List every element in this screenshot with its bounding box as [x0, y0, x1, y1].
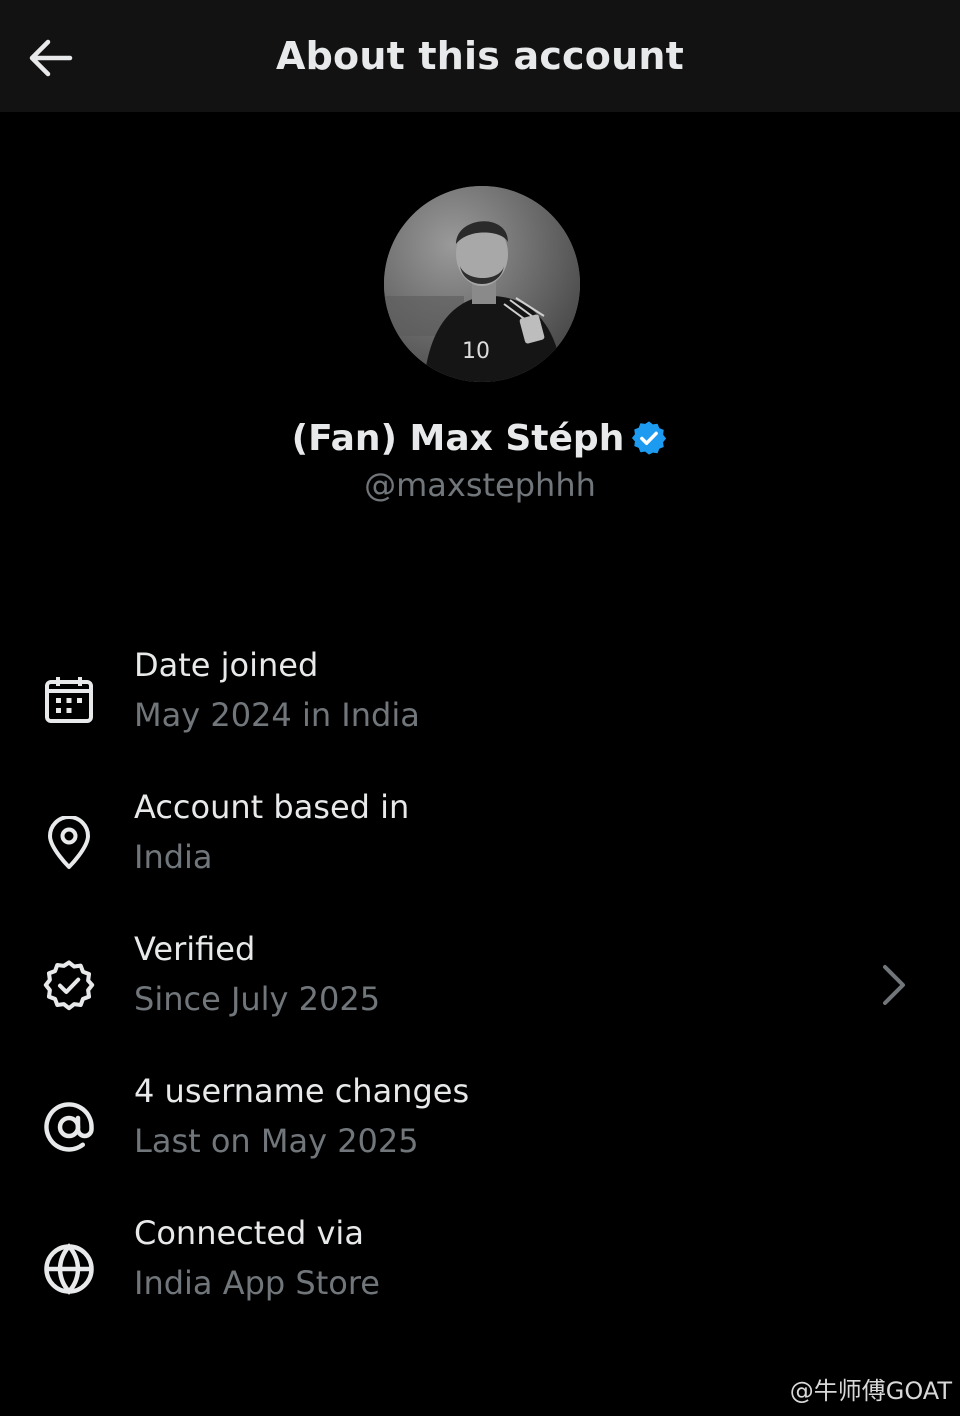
connected-via-row: Connected via India App Store	[0, 1214, 960, 1334]
avatar[interactable]: 10	[384, 186, 580, 382]
row-subtitle: India App Store	[134, 1264, 380, 1302]
profile-name-row: (Fan) Max Stéph	[0, 412, 960, 464]
row-title: 4 username changes	[134, 1072, 470, 1110]
username-changes-row: 4 username changes Last on May 2025	[0, 1072, 960, 1192]
row-subtitle: India	[134, 838, 213, 876]
avatar-photo: 10	[384, 186, 580, 382]
top-bar: About this account	[0, 0, 960, 112]
verified-checkmark-icon	[632, 421, 667, 455]
svg-text:10: 10	[462, 339, 490, 364]
row-title: Verified	[134, 930, 256, 968]
location-pin-icon	[48, 816, 90, 869]
row-title: Account based in	[134, 788, 410, 826]
at-sign-icon	[44, 1102, 94, 1152]
display-name: (Fan) Max Stéph	[291, 417, 625, 459]
row-title: Connected via	[134, 1214, 364, 1252]
profile-handle: @maxstephhh	[364, 466, 596, 504]
calendar-icon	[45, 677, 93, 723]
row-subtitle: May 2024 in India	[134, 696, 420, 734]
account-based-in-row: Account based in India	[0, 788, 960, 908]
globe-icon	[44, 1243, 94, 1295]
page-title: About this account	[276, 34, 684, 78]
date-joined-row: Date joined May 2024 in India	[0, 646, 960, 766]
row-subtitle: Since July 2025	[134, 980, 381, 1018]
verified-row[interactable]: Verified Since July 2025	[0, 930, 960, 1050]
row-subtitle: Last on May 2025	[134, 1122, 419, 1160]
about-account-screen: About this account 10 (Fan) Max Stéph @m…	[0, 0, 960, 1416]
chevron-right-icon[interactable]	[874, 960, 914, 1010]
verified-badge-icon	[43, 960, 95, 1011]
row-title: Date joined	[134, 646, 319, 684]
watermark: @牛师傅GOAT	[789, 1377, 952, 1405]
